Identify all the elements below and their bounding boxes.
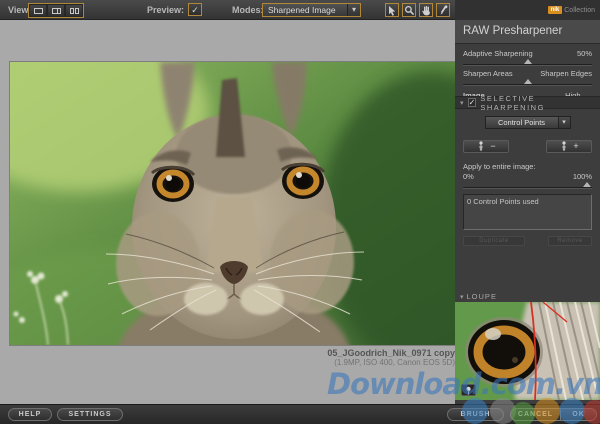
adaptive-sharpening-label: Adaptive Sharpening [463,49,533,58]
list-action-buttons: Duplicate Remove [463,236,592,246]
zoom-tool-button[interactable] [402,3,416,17]
ok-button[interactable]: OK [560,409,596,420]
range-min-label: 0% [463,172,474,181]
eyedropper-icon [438,5,449,16]
main-image-hare-photo[interactable] [10,62,455,345]
selective-sharpening-body: Control Points ▾ − + [455,110,600,246]
split-view-button[interactable] [48,5,64,16]
side-by-side-view-button[interactable] [66,5,82,16]
split-view-icon [52,8,61,14]
control-points-list[interactable]: 0 Control Points used [463,194,592,230]
minus-sign: − [490,142,495,151]
adaptive-sharpening-slider[interactable] [463,58,592,67]
sharpen-edges-label: Sharpen Edges [540,69,592,78]
modes-label: Modes: [232,5,264,15]
selective-sharpening-header[interactable]: ▾ ✓ SELECTIVE SHARPENING [455,96,600,109]
tools-group [385,3,450,17]
chevron-down-icon: ▾ [558,117,570,128]
brush-button[interactable]: BRUSH [447,408,504,421]
preview-label: Preview: [147,5,184,15]
collapse-arrow-icon[interactable]: ▾ [460,99,464,107]
loupe-preview[interactable] [455,302,600,400]
nik-logo: nik [548,6,563,14]
hare-left-eye [152,166,194,202]
collapse-arrow-icon[interactable]: ▾ [460,293,464,301]
modes-dropdown[interactable]: Sharpened Image ▾ [262,3,361,17]
modes-dropdown-value: Sharpened Image [263,4,347,16]
loupe-title: LOUPE [467,292,497,301]
hare-photo-graphic [10,62,455,345]
control-points-dropdown-value: Control Points [486,117,558,128]
side-by-side-view-icon [70,8,79,14]
add-control-point-button[interactable]: + [546,140,592,153]
pin-icon [464,386,473,395]
hare-right-eye [282,163,324,199]
collection-label: Collection [564,7,595,14]
view-mode-group [28,3,84,18]
control-point-icon [559,141,569,152]
image-caption: 05_JGoodrich_Nik_0971 copy (1.9MP, ISO 4… [10,348,455,367]
slider-handle-icon[interactable] [583,182,591,187]
sharpen-areas-edges-slider[interactable] [463,78,592,87]
brand-strip: nik Collection [455,0,600,20]
slider-handle-icon[interactable] [524,59,532,64]
duplicate-button[interactable]: Duplicate [463,236,525,246]
control-point-icon [476,141,486,152]
image-metadata: (1.9MP, ISO 400, Canon EOS 5D) [10,358,455,367]
bottom-bar: HELP SETTINGS BRUSH CANCEL OK [0,404,600,424]
loupe-pin-button[interactable] [461,384,476,396]
control-points-status: 0 Control Points used [467,197,539,206]
checkmark-icon: ✓ [469,98,476,107]
magnifier-icon [404,5,415,16]
single-view-icon [34,8,43,14]
eyedropper-tool-button[interactable] [436,3,450,17]
selective-sharpening-checkbox[interactable]: ✓ [468,98,477,107]
cursor-arrow-icon [387,5,398,16]
remove-button[interactable]: Remove [548,236,592,246]
settings-panel: nik Collection RAW Presharpener Adaptive… [455,0,600,424]
settings-button[interactable]: SETTINGS [57,408,123,421]
apply-entire-image-label: Apply to entire image: [463,162,592,171]
cancel-ok-group: CANCEL OK [510,408,597,421]
control-points-dropdown[interactable]: Control Points ▾ [485,116,571,129]
sharpen-areas-label: Sharpen Areas [463,69,513,78]
checkmark-icon: ✓ [191,5,199,15]
adaptive-sharpening-value: 50% [577,49,592,58]
loupe-header[interactable]: ▾ LOUPE [455,291,600,302]
range-max-label: 100% [573,172,592,181]
image-filename: 05_JGoodrich_Nik_0971 copy [10,348,455,358]
chevron-down-icon: ▾ [347,4,360,16]
panel-title: RAW Presharpener [455,20,600,44]
remove-control-point-button[interactable]: − [463,140,509,153]
pan-tool-button[interactable] [419,3,433,17]
top-toolbar: Views: Preview: ✓ Modes: Sharpened Image… [0,0,455,20]
plus-sign: + [573,142,578,151]
single-view-button[interactable] [30,5,46,16]
help-button[interactable]: HELP [8,408,52,421]
hand-icon [421,5,432,16]
selective-sharpening-title: SELECTIVE SHARPENING [480,94,600,112]
loupe-eye-graphic [455,302,600,400]
slider-handle-icon[interactable] [524,79,532,84]
control-point-buttons: − + [463,140,592,153]
apply-entire-image-slider[interactable] [463,181,592,190]
raw-presharpener-window: Views: Preview: ✓ Modes: Sharpened Image… [0,0,600,424]
cancel-button[interactable]: CANCEL [511,409,560,420]
select-tool-button[interactable] [385,3,399,17]
preview-checkbox[interactable]: ✓ [188,3,202,16]
